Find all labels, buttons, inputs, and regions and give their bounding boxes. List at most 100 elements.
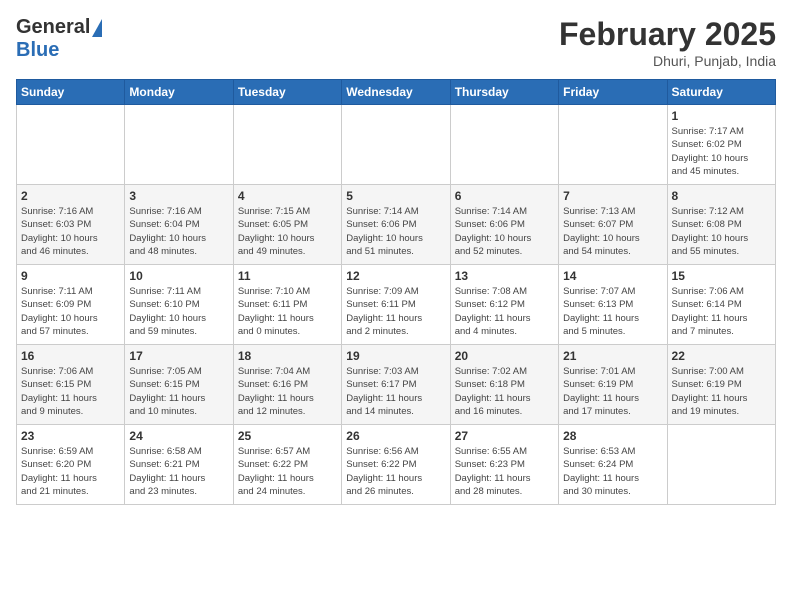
calendar-header-friday: Friday xyxy=(559,80,667,105)
location: Dhuri, Punjab, India xyxy=(559,53,776,69)
day-info: Sunrise: 7:00 AM Sunset: 6:19 PM Dayligh… xyxy=(672,365,771,418)
day-info: Sunrise: 7:01 AM Sunset: 6:19 PM Dayligh… xyxy=(563,365,662,418)
calendar-cell-4-2: 25 Sunrise: 6:57 AM Sunset: 6:22 PM Dayli… xyxy=(233,425,341,505)
day-info: Sunrise: 6:53 AM Sunset: 6:24 PM Dayligh… xyxy=(563,445,662,498)
day-info: Sunrise: 6:58 AM Sunset: 6:21 PM Dayligh… xyxy=(129,445,228,498)
day-number: 5 xyxy=(346,189,445,203)
day-number: 8 xyxy=(672,189,771,203)
header: General Blue February 2025 Dhuri, Punjab… xyxy=(16,16,776,69)
day-info: Sunrise: 7:04 AM Sunset: 6:16 PM Dayligh… xyxy=(238,365,337,418)
day-number: 25 xyxy=(238,429,337,443)
calendar-cell-0-1 xyxy=(125,105,233,185)
calendar-cell-1-1: 3Sunrise: 7:16 AM Sunset: 6:04 PM Daylig… xyxy=(125,185,233,265)
calendar-cell-3-1: 17 Sunrise: 7:05 AM Sunset: 6:15 PM Dayli… xyxy=(125,345,233,425)
calendar-cell-4-3: 26Sunrise: 6:56 AM Sunset: 6:22 PM Dayli… xyxy=(342,425,450,505)
day-number: 19 xyxy=(346,349,445,363)
day-number: 13 xyxy=(455,269,554,283)
calendar-cell-0-6: 1 Sunrise: 7:17 AM Sunset: 6:02 PM Daylig… xyxy=(667,105,775,185)
day-info: Sunrise: 7:14 AM Sunset: 6:06 PM Dayligh… xyxy=(455,205,554,258)
calendar-cell-1-4: 6Sunrise: 7:14 AM Sunset: 6:06 PM Daylig… xyxy=(450,185,558,265)
day-info: Sunrise: 7:16 AM Sunset: 6:04 PM Dayligh… xyxy=(129,205,228,258)
day-number: 21 xyxy=(563,349,662,363)
calendar-cell-4-1: 24 Sunrise: 6:58 AM Sunset: 6:21 PM Dayli… xyxy=(125,425,233,505)
day-number: 28 xyxy=(563,429,662,443)
calendar-week-2: 9 Sunrise: 7:11 AM Sunset: 6:09 PM Daylig… xyxy=(17,265,776,345)
logo-icon xyxy=(92,19,102,37)
calendar-cell-1-3: 5 Sunrise: 7:14 AM Sunset: 6:06 PM Daylig… xyxy=(342,185,450,265)
calendar-cell-3-5: 21 Sunrise: 7:01 AM Sunset: 6:19 PM Dayli… xyxy=(559,345,667,425)
day-info: Sunrise: 7:15 AM Sunset: 6:05 PM Dayligh… xyxy=(238,205,337,258)
calendar-cell-1-5: 7Sunrise: 7:13 AM Sunset: 6:07 PM Daylig… xyxy=(559,185,667,265)
day-info: Sunrise: 7:05 AM Sunset: 6:15 PM Dayligh… xyxy=(129,365,228,418)
day-number: 15 xyxy=(672,269,771,283)
day-info: Sunrise: 7:11 AM Sunset: 6:10 PM Dayligh… xyxy=(129,285,228,338)
day-info: Sunrise: 6:57 AM Sunset: 6:22 PM Dayligh… xyxy=(238,445,337,498)
day-info: Sunrise: 7:12 AM Sunset: 6:08 PM Dayligh… xyxy=(672,205,771,258)
day-info: Sunrise: 7:03 AM Sunset: 6:17 PM Dayligh… xyxy=(346,365,445,418)
calendar-header-wednesday: Wednesday xyxy=(342,80,450,105)
calendar-week-1: 2 Sunrise: 7:16 AM Sunset: 6:03 PM Daylig… xyxy=(17,185,776,265)
logo-area: General Blue xyxy=(16,16,102,62)
day-info: Sunrise: 7:06 AM Sunset: 6:15 PM Dayligh… xyxy=(21,365,120,418)
calendar-header-row: SundayMondayTuesdayWednesdayThursdayFrid… xyxy=(17,80,776,105)
page: General Blue February 2025 Dhuri, Punjab… xyxy=(0,0,792,612)
calendar-header-sunday: Sunday xyxy=(17,80,125,105)
calendar-cell-1-2: 4Sunrise: 7:15 AM Sunset: 6:05 PM Daylig… xyxy=(233,185,341,265)
day-number: 17 xyxy=(129,349,228,363)
month-title: February 2025 xyxy=(559,16,776,53)
day-number: 24 xyxy=(129,429,228,443)
calendar-cell-4-6 xyxy=(667,425,775,505)
day-info: Sunrise: 6:56 AM Sunset: 6:22 PM Dayligh… xyxy=(346,445,445,498)
calendar-cell-2-6: 15 Sunrise: 7:06 AM Sunset: 6:14 PM Dayli… xyxy=(667,265,775,345)
day-number: 23 xyxy=(21,429,120,443)
day-number: 27 xyxy=(455,429,554,443)
calendar-header-tuesday: Tuesday xyxy=(233,80,341,105)
calendar-cell-2-4: 13 Sunrise: 7:08 AM Sunset: 6:12 PM Dayli… xyxy=(450,265,558,345)
day-info: Sunrise: 7:11 AM Sunset: 6:09 PM Dayligh… xyxy=(21,285,120,338)
day-number: 18 xyxy=(238,349,337,363)
day-number: 14 xyxy=(563,269,662,283)
day-number: 10 xyxy=(129,269,228,283)
calendar-cell-3-3: 19 Sunrise: 7:03 AM Sunset: 6:17 PM Dayli… xyxy=(342,345,450,425)
day-info: Sunrise: 7:13 AM Sunset: 6:07 PM Dayligh… xyxy=(563,205,662,258)
day-number: 20 xyxy=(455,349,554,363)
day-info: Sunrise: 7:09 AM Sunset: 6:11 PM Dayligh… xyxy=(346,285,445,338)
day-info: Sunrise: 7:07 AM Sunset: 6:13 PM Dayligh… xyxy=(563,285,662,338)
logo-blue: Blue xyxy=(16,39,59,62)
day-number: 1 xyxy=(672,109,771,123)
day-info: Sunrise: 7:16 AM Sunset: 6:03 PM Dayligh… xyxy=(21,205,120,258)
calendar-cell-2-0: 9 Sunrise: 7:11 AM Sunset: 6:09 PM Daylig… xyxy=(17,265,125,345)
calendar-cell-3-6: 22 Sunrise: 7:00 AM Sunset: 6:19 PM Dayli… xyxy=(667,345,775,425)
calendar-cell-1-0: 2 Sunrise: 7:16 AM Sunset: 6:03 PM Daylig… xyxy=(17,185,125,265)
calendar-cell-0-5 xyxy=(559,105,667,185)
calendar-header-thursday: Thursday xyxy=(450,80,558,105)
day-info: Sunrise: 7:17 AM Sunset: 6:02 PM Dayligh… xyxy=(672,125,771,178)
logo-general: General xyxy=(16,16,90,39)
day-info: Sunrise: 6:59 AM Sunset: 6:20 PM Dayligh… xyxy=(21,445,120,498)
day-number: 22 xyxy=(672,349,771,363)
day-info: Sunrise: 7:14 AM Sunset: 6:06 PM Dayligh… xyxy=(346,205,445,258)
calendar-cell-0-4 xyxy=(450,105,558,185)
day-number: 12 xyxy=(346,269,445,283)
calendar-header-monday: Monday xyxy=(125,80,233,105)
calendar-cell-4-5: 28 Sunrise: 6:53 AM Sunset: 6:24 PM Dayli… xyxy=(559,425,667,505)
calendar: SundayMondayTuesdayWednesdayThursdayFrid… xyxy=(16,79,776,505)
day-info: Sunrise: 7:08 AM Sunset: 6:12 PM Dayligh… xyxy=(455,285,554,338)
calendar-header-saturday: Saturday xyxy=(667,80,775,105)
calendar-cell-4-0: 23 Sunrise: 6:59 AM Sunset: 6:20 PM Dayli… xyxy=(17,425,125,505)
day-info: Sunrise: 7:10 AM Sunset: 6:11 PM Dayligh… xyxy=(238,285,337,338)
calendar-cell-2-1: 10 Sunrise: 7:11 AM Sunset: 6:10 PM Dayli… xyxy=(125,265,233,345)
day-number: 11 xyxy=(238,269,337,283)
calendar-cell-1-6: 8 Sunrise: 7:12 AM Sunset: 6:08 PM Daylig… xyxy=(667,185,775,265)
day-number: 16 xyxy=(21,349,120,363)
calendar-cell-2-5: 14 Sunrise: 7:07 AM Sunset: 6:13 PM Dayli… xyxy=(559,265,667,345)
logo-text: General xyxy=(16,16,102,39)
calendar-cell-0-0 xyxy=(17,105,125,185)
day-number: 2 xyxy=(21,189,120,203)
calendar-cell-4-4: 27 Sunrise: 6:55 AM Sunset: 6:23 PM Dayli… xyxy=(450,425,558,505)
calendar-week-3: 16 Sunrise: 7:06 AM Sunset: 6:15 PM Dayli… xyxy=(17,345,776,425)
day-info: Sunrise: 7:06 AM Sunset: 6:14 PM Dayligh… xyxy=(672,285,771,338)
day-number: 9 xyxy=(21,269,120,283)
day-info: Sunrise: 6:55 AM Sunset: 6:23 PM Dayligh… xyxy=(455,445,554,498)
calendar-cell-2-2: 11 Sunrise: 7:10 AM Sunset: 6:11 PM Dayli… xyxy=(233,265,341,345)
